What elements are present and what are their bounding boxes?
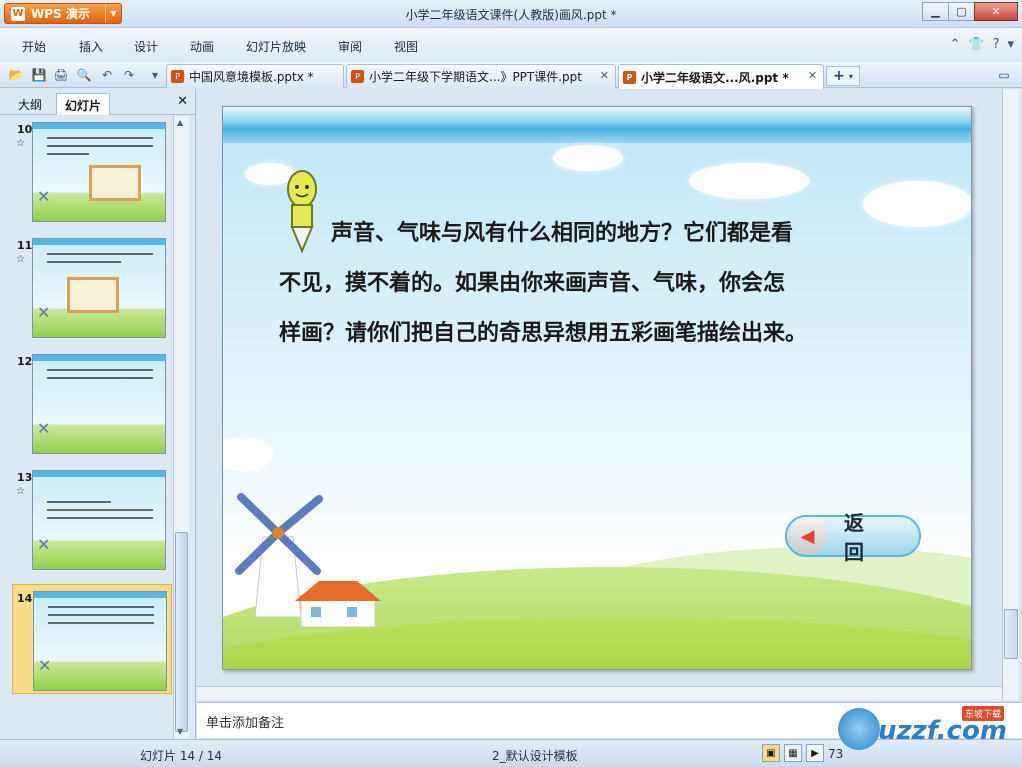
menu-bar: 开始 插入 设计 动画 幻灯片放映 审阅 视图 ⌃ 👕 ? ▾ [0, 28, 1022, 62]
slide-thumbnail-12[interactable]: 12 ✕ [0, 348, 172, 458]
notes-placeholder: 单击添加备注 [206, 716, 285, 731]
animation-star-icon: ☆ [16, 138, 25, 149]
quick-toolbar: 📂 💾 🖨 🔍 ↶ ↷ ▾ P 中国风意境模板.pptx * P 小学二年级下学… [0, 62, 1022, 89]
menu-design[interactable]: 设计 [134, 38, 158, 55]
animation-star-icon: ☆ [16, 486, 25, 497]
back-button[interactable]: ◀ 返 回 [785, 511, 921, 564]
doc-tab-label: 中国风意境模板.pptx * [189, 70, 314, 84]
cloud [223, 437, 273, 471]
windmill-icon: ✕ [37, 535, 51, 554]
house-icon [295, 581, 381, 627]
cloud [553, 145, 623, 171]
slide-number: 14 [17, 592, 33, 605]
slide-body-text[interactable]: 声音、气味与风有什么相同的地方？它们都是看 不见，摸不着的。如果由你来画声音、气… [279, 209, 929, 359]
customize-toolbar-icon[interactable]: ▾ [147, 67, 163, 83]
menu-slideshow[interactable]: 幻灯片放映 [246, 38, 306, 55]
watermark-logo-icon [838, 708, 880, 750]
tab-outline[interactable]: 大纲 [10, 93, 50, 115]
close-tab-icon[interactable]: ✕ [808, 69, 817, 82]
doc-tab-3[interactable]: P 小学二年级语文...风.ppt * ✕ [618, 64, 824, 89]
doc-tab-label: 小学二年级下学期语文...》PPT课件.ppt [369, 70, 583, 84]
print-icon[interactable]: 🖨 [53, 67, 69, 83]
tab-slides[interactable]: 幻灯片 [56, 93, 111, 115]
scrollbar-thumb[interactable] [175, 532, 188, 732]
menu-view[interactable]: 视图 [394, 38, 418, 55]
menu-animation[interactable]: 动画 [190, 38, 214, 55]
chevron-down-icon[interactable]: ▾ [1007, 37, 1014, 52]
slide-preview: ✕ [33, 591, 167, 691]
back-button-label: 返 回 [844, 511, 875, 564]
slide-thumbnail-10[interactable]: 10 ☆ ✕ [0, 116, 172, 226]
help-icon[interactable]: ? [993, 37, 1000, 52]
thumbnail-scrollbar[interactable]: ▲ ▼ [173, 116, 189, 738]
menu-start[interactable]: 开始 [22, 38, 46, 55]
slide-number: 13 [17, 471, 33, 484]
doc-tab-label: 小学二年级语文...风.ppt * [641, 70, 789, 85]
close-panel-icon[interactable]: ✕ [177, 94, 188, 109]
site-watermark: uzzf.com 东坡下载 [838, 704, 1018, 750]
slide-thumbnail-11[interactable]: 11 ☆ ✕ [0, 232, 172, 342]
open-folder-icon[interactable]: 📂 [8, 67, 24, 83]
slide-preview: ✕ [32, 122, 166, 222]
slide-sorter-view-button[interactable]: ▦ [784, 744, 802, 762]
current-slide[interactable]: 声音、气味与风有什么相同的地方？它们都是看 不见，摸不着的。如果由你来画声音、气… [222, 106, 972, 670]
slide-panel: 大纲 幻灯片 ✕ 10 ☆ ✕ 11 ☆ ✕ 12 ✕ 13 ☆ ✕ 14 ✕ … [0, 89, 196, 739]
slide-header-band [223, 107, 971, 143]
scroll-up-icon[interactable]: ▲ [177, 118, 183, 127]
scroll-down-icon[interactable]: ▼ [177, 727, 183, 736]
slide-preview: ✕ [32, 354, 166, 454]
undo-icon[interactable]: ↶ [99, 67, 115, 83]
collapse-ribbon-icon[interactable]: ⌃ [949, 37, 960, 52]
ppt-file-icon: P [171, 70, 184, 83]
slide-preview: ✕ [32, 238, 166, 338]
slide-editor: 声音、气味与风有什么相同的地方？它们都是看 不见，摸不着的。如果由你来画声音、气… [197, 89, 1022, 701]
cloud [689, 163, 809, 199]
save-icon[interactable]: 💾 [31, 67, 47, 83]
normal-view-button[interactable]: ▣ [762, 744, 780, 762]
ppt-file-icon: P [351, 70, 364, 83]
animation-star-icon: ☆ [16, 254, 25, 265]
slide-number: 10 [17, 123, 33, 136]
layout-toggle-icon[interactable]: ▭ [996, 67, 1012, 83]
slide-preview: ✕ [32, 470, 166, 570]
doc-tab-1[interactable]: P 中国风意境模板.pptx * [166, 64, 344, 88]
slide-number: 12 [17, 355, 33, 368]
slide-counter: 幻灯片 14 / 14 [140, 749, 223, 763]
windmill-icon: ✕ [37, 187, 51, 206]
menu-review[interactable]: 审阅 [338, 38, 362, 55]
slide-text-line-3: 样画？请你们把自己的奇思异想用五彩画笔描绘出来。 [279, 321, 808, 346]
close-window-button[interactable]: ✕ [974, 2, 1018, 21]
slide-number: 11 [17, 239, 33, 252]
watermark-tag: 东坡下载 [962, 706, 1005, 721]
slide-thumbnail-13[interactable]: 13 ☆ ✕ [0, 464, 172, 574]
scrollbar-thumb[interactable] [1004, 609, 1018, 659]
close-tab-icon[interactable]: ✕ [600, 69, 609, 82]
windmill-icon: ✕ [38, 656, 52, 675]
editor-horizontal-scrollbar[interactable] [197, 686, 1002, 700]
slide-thumbnails: 10 ☆ ✕ 11 ☆ ✕ 12 ✕ 13 ☆ ✕ 14 ✕ [0, 116, 172, 738]
arrow-left-icon: ◀ [789, 517, 827, 555]
windmill-icon: ✕ [37, 303, 51, 322]
title-bar: W WPS 演示 ▼ 小学二年级语文课件(人教版)画风.ppt * ▁ ▢ ✕ [0, 0, 1022, 28]
window-title: 小学二年级语文课件(人教版)画风.ppt * [405, 8, 617, 22]
slide-thumbnail-14[interactable]: 14 ✕ [12, 584, 172, 694]
slide-text-line-2: 不见，摸不着的。如果由你来画声音、气味，你会怎 [279, 271, 786, 296]
print-preview-icon[interactable]: 🔍 [76, 67, 92, 83]
minimize-button[interactable]: ▁ [922, 2, 949, 21]
design-template-name: 2_默认设计模板 [492, 749, 578, 763]
windmill-icon: ✕ [37, 419, 51, 438]
ppt-file-icon: P [623, 70, 636, 84]
skin-shirt-icon[interactable]: 👕 [968, 37, 984, 52]
menu-insert[interactable]: 插入 [79, 38, 103, 55]
editor-vertical-scrollbar[interactable] [1002, 89, 1019, 700]
doc-tab-2[interactable]: P 小学二年级下学期语文...》PPT课件.ppt ✕ [346, 64, 616, 88]
redo-icon[interactable]: ↷ [121, 67, 137, 83]
slideshow-view-button[interactable]: ▶ [806, 744, 824, 762]
slide-text-line-1: 声音、气味与风有什么相同的地方？它们都是看 [331, 221, 794, 246]
new-tab-button[interactable]: + ▾ [826, 66, 860, 86]
maximize-button[interactable]: ▢ [948, 2, 975, 21]
